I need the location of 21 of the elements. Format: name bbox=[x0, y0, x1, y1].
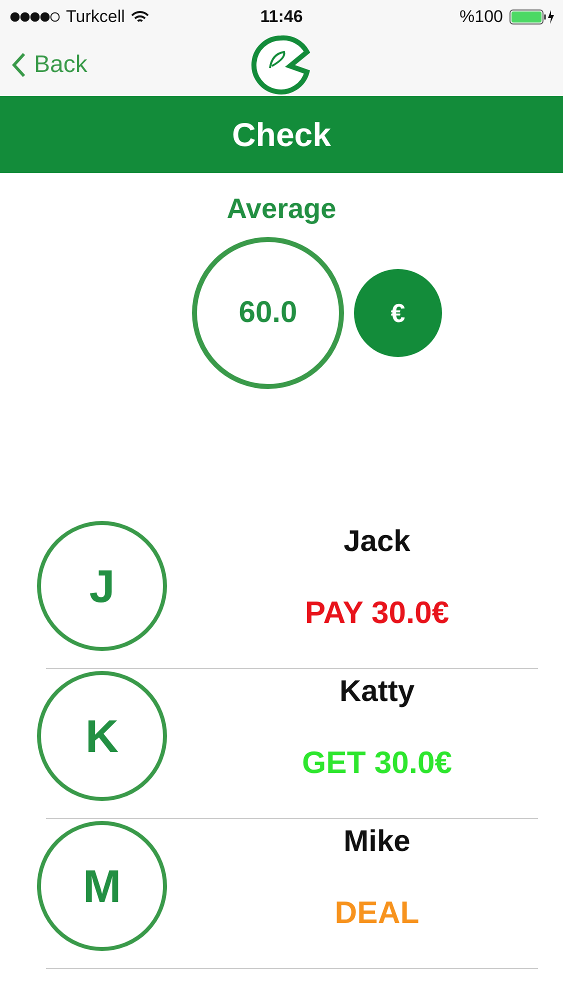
status-time: 11:46 bbox=[260, 7, 303, 27]
member-status: GET 30.0€ bbox=[302, 745, 452, 781]
battery-percent: %100 bbox=[460, 7, 503, 27]
member-name: Jack bbox=[344, 525, 410, 559]
member-name: Katty bbox=[339, 675, 414, 709]
member-status: DEAL bbox=[334, 895, 420, 931]
page-title: Check bbox=[232, 116, 332, 154]
back-button[interactable]: Back bbox=[0, 51, 88, 79]
battery-icon bbox=[509, 9, 555, 25]
member-status: PAY 30.0€ bbox=[304, 595, 450, 631]
member-name: Mike bbox=[344, 825, 410, 859]
average-label: Average bbox=[226, 193, 338, 225]
chevron-left-icon bbox=[12, 52, 26, 78]
signal-icon bbox=[10, 11, 60, 23]
member-initial: K bbox=[37, 671, 167, 801]
member-initial: M bbox=[37, 821, 167, 951]
currency-button[interactable]: € bbox=[354, 269, 442, 357]
average-value: 60.0 bbox=[192, 237, 344, 389]
wifi-icon bbox=[130, 10, 149, 24]
member-initial: J bbox=[37, 521, 167, 651]
carrier-name: Turkcell bbox=[66, 7, 125, 27]
